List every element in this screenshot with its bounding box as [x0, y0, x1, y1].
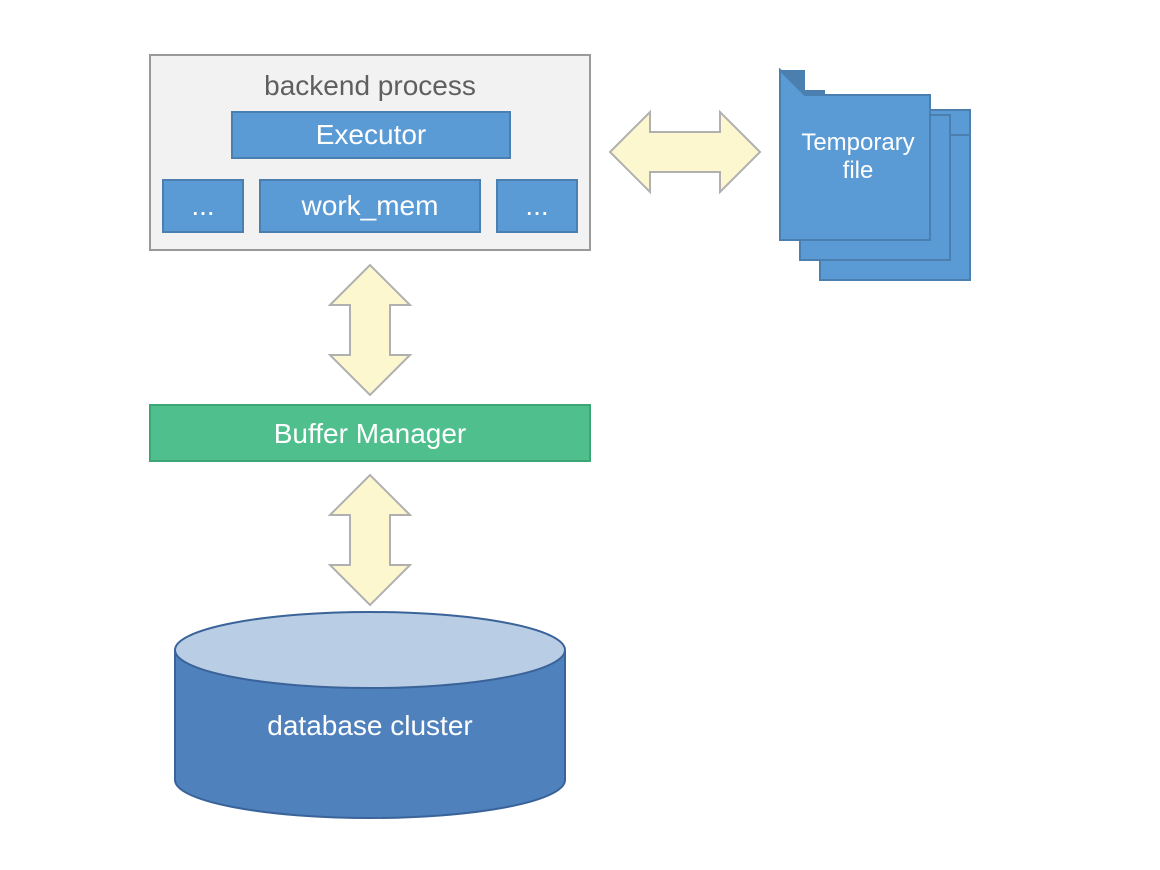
- buffer-manager-box: Buffer Manager: [150, 405, 590, 461]
- architecture-diagram: backend process Executor ... work_mem ..…: [0, 0, 1160, 870]
- temp-file-stack: Temporary file: [780, 70, 970, 280]
- block-left-label: ...: [191, 190, 214, 221]
- buffer-manager-label: Buffer Manager: [274, 418, 467, 449]
- backend-process-title: backend process: [264, 70, 476, 101]
- database-cluster-label: database cluster: [267, 710, 472, 741]
- arrow-vertical-top: [330, 265, 410, 395]
- arrow-horizontal: [610, 112, 760, 192]
- block-mid-label: work_mem: [301, 190, 439, 221]
- temp-file-label-line2: file: [843, 157, 874, 184]
- database-cluster-cylinder: database cluster: [175, 612, 565, 818]
- temp-file-label-line1: Temporary: [801, 129, 914, 156]
- arrow-vertical-bottom: [330, 475, 410, 605]
- block-right-label: ...: [525, 190, 548, 221]
- backend-process-panel: backend process Executor ... work_mem ..…: [150, 55, 590, 250]
- temp-file-page-1: Temporary file: [780, 70, 930, 240]
- executor-label: Executor: [316, 119, 427, 150]
